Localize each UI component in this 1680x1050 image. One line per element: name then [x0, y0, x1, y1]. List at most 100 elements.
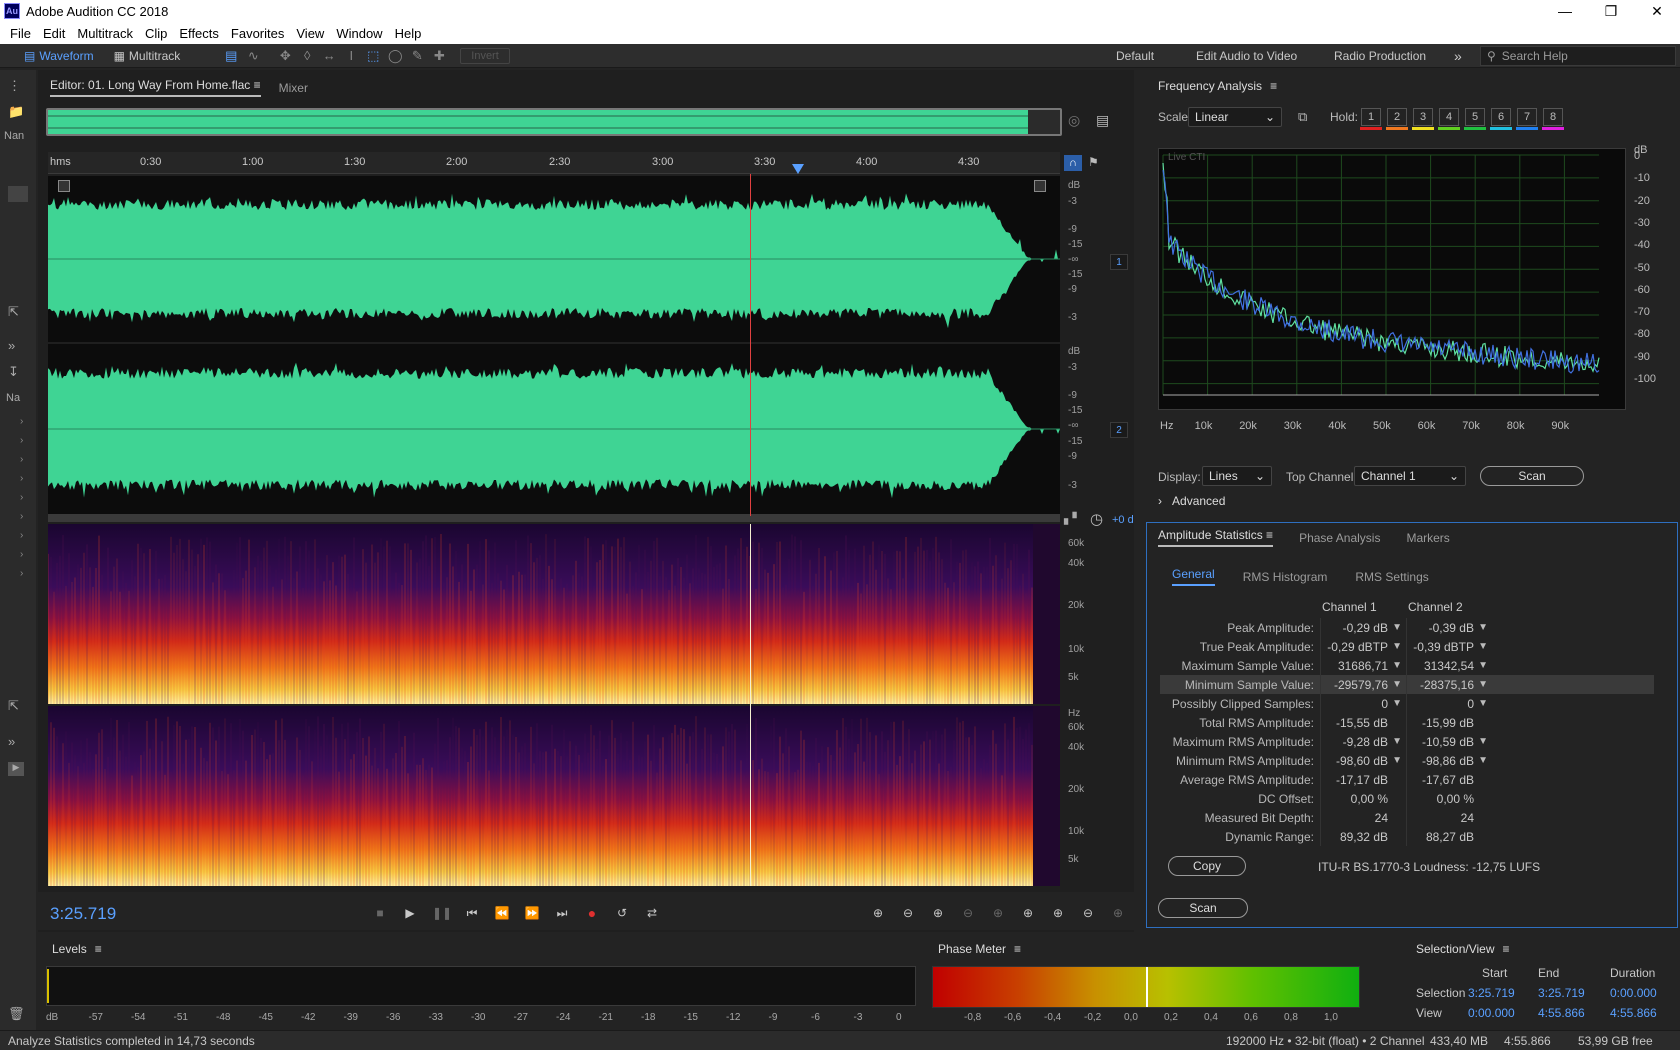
go-to-marker-icon[interactable]: ▼: [1478, 622, 1488, 633]
levels-menu-icon[interactable]: ≡: [95, 942, 102, 956]
zoom-out-amplitude-icon[interactable]: ⊖: [896, 904, 920, 922]
zoom-nav-icon[interactable]: ◎: [1068, 112, 1080, 129]
spectrogram-channel-1[interactable]: [48, 524, 1060, 704]
go-to-marker-icon[interactable]: ▼: [1478, 641, 1488, 652]
menu-view[interactable]: View: [290, 26, 330, 41]
hold-slot-5[interactable]: 5: [1464, 108, 1486, 130]
subtab-rms-histogram[interactable]: RMS Histogram: [1243, 570, 1328, 584]
workspace-radio-production[interactable]: Radio Production: [1334, 44, 1426, 68]
tab-mixer[interactable]: Mixer: [279, 81, 308, 95]
move-tool-icon[interactable]: ✥: [274, 47, 296, 65]
go-to-marker-icon[interactable]: ▼: [1392, 622, 1402, 633]
copy-stats-button[interactable]: Copy: [1168, 856, 1246, 876]
selection-duration[interactable]: 0:00.000: [1610, 986, 1657, 1000]
menu-window[interactable]: Window: [330, 26, 388, 41]
pause-button[interactable]: ❚❚: [430, 904, 454, 922]
marker-pin-icon[interactable]: ⚑: [1088, 155, 1099, 169]
rewind-button[interactable]: ⏪: [490, 904, 514, 922]
advanced-toggle[interactable]: › Advanced: [1158, 494, 1225, 508]
waveform-mode-button[interactable]: ▤ Waveform: [14, 49, 104, 63]
snap-icon[interactable]: ∩: [1064, 155, 1082, 171]
record-button[interactable]: ●: [580, 904, 604, 922]
go-to-marker-icon[interactable]: ▼: [1478, 755, 1488, 766]
hold-slot-3[interactable]: 3: [1412, 108, 1434, 130]
minimize-button[interactable]: —: [1542, 0, 1588, 22]
zoom-in-selection-icon[interactable]: ⊕: [1046, 904, 1070, 922]
go-to-marker-icon[interactable]: ▼: [1478, 660, 1488, 671]
copy-graph-icon[interactable]: ⧉: [1298, 109, 1307, 125]
selection-start[interactable]: 3:25.719: [1468, 986, 1515, 1000]
hold-slot-6[interactable]: 6: [1490, 108, 1512, 130]
go-to-marker-icon[interactable]: ▼: [1392, 755, 1402, 766]
menu-effects[interactable]: Effects: [173, 26, 225, 41]
show-pitch-display-icon[interactable]: ∿: [242, 47, 264, 65]
display-select[interactable]: Lines ⌄: [1202, 466, 1272, 486]
zoom-out-time-icon[interactable]: ⊖: [956, 904, 980, 922]
freq-scan-button[interactable]: Scan: [1480, 466, 1584, 486]
menu-multitrack[interactable]: Multitrack: [71, 26, 139, 41]
zoom-in-amplitude-icon[interactable]: ⊕: [866, 904, 890, 922]
channel-1-toggle[interactable]: 1: [1110, 254, 1128, 270]
hold-slot-2[interactable]: 2: [1386, 108, 1408, 130]
go-to-marker-icon[interactable]: ▼: [1392, 679, 1402, 690]
view-start[interactable]: 0:00.000: [1468, 1006, 1515, 1020]
subtab-general[interactable]: General: [1172, 567, 1215, 586]
stop-button[interactable]: ■: [368, 904, 392, 922]
spot-healing-brush-icon[interactable]: ✚: [428, 47, 450, 65]
top-channel-select[interactable]: Channel 1 ⌄: [1354, 466, 1466, 486]
waveform-channel-2[interactable]: [48, 344, 1060, 514]
search-help-field[interactable]: ⚲ Search Help: [1480, 46, 1676, 66]
workspace-edit-audio-to-video[interactable]: Edit Audio to Video: [1196, 44, 1297, 68]
tab-amplitude-statistics[interactable]: Amplitude Statistics ≡: [1158, 528, 1274, 547]
marquee-selection-tool-icon[interactable]: ⬚: [362, 47, 384, 65]
menu-help[interactable]: Help: [389, 26, 428, 41]
lasso-selection-tool-icon[interactable]: ◯: [384, 47, 406, 65]
go-to-marker-icon[interactable]: ▼: [1392, 660, 1402, 671]
spectral-divider[interactable]: [48, 514, 1060, 522]
menu-edit[interactable]: Edit: [37, 26, 71, 41]
subtab-rms-settings[interactable]: RMS Settings: [1355, 570, 1428, 584]
panel-menu-icon[interactable]: ≡: [1270, 79, 1277, 93]
selection-menu-icon[interactable]: ≡: [1503, 942, 1510, 956]
go-to-marker-icon[interactable]: ▼: [1478, 679, 1488, 690]
menu-clip[interactable]: Clip: [139, 26, 173, 41]
fast-forward-button[interactable]: ⏩: [520, 904, 544, 922]
current-time[interactable]: 3:25.719: [50, 904, 116, 924]
loop-playback-button[interactable]: ↺: [610, 904, 634, 922]
close-button[interactable]: ✕: [1634, 0, 1680, 22]
tab-phase-analysis[interactable]: Phase Analysis: [1299, 531, 1380, 545]
menu-favorites[interactable]: Favorites: [225, 26, 290, 41]
frequency-graph[interactable]: [1158, 148, 1626, 410]
zoom-in-playhead-icon[interactable]: ⊕: [986, 904, 1010, 922]
time-ruler[interactable]: hms 0:30 1:00 1:30 2:00 2:30 3:00 3:30 4…: [48, 152, 1060, 174]
selection-end[interactable]: 3:25.719: [1538, 986, 1585, 1000]
playhead-handle[interactable]: [792, 164, 804, 174]
show-spectral-display-icon[interactable]: ▤: [220, 47, 242, 65]
slip-tool-icon[interactable]: ↔: [318, 47, 340, 65]
zoom-out-full-icon[interactable]: ⊕: [1016, 904, 1040, 922]
multitrack-mode-button[interactable]: ▦ Multitrack: [104, 49, 191, 63]
scale-select[interactable]: Linear ⌄: [1188, 107, 1282, 127]
play-button[interactable]: ▶: [398, 904, 422, 922]
go-to-marker-icon[interactable]: ▼: [1478, 736, 1488, 747]
zoom-out-selection-icon[interactable]: ⊖: [1076, 904, 1100, 922]
view-end[interactable]: 4:55.866: [1538, 1006, 1585, 1020]
tab-markers[interactable]: Markers: [1406, 531, 1449, 545]
view-duration[interactable]: 4:55.866: [1610, 1006, 1657, 1020]
channel-2-toggle[interactable]: 2: [1110, 422, 1128, 438]
restore-button[interactable]: ❐: [1588, 0, 1634, 22]
trash-icon[interactable]: 🗑: [8, 1006, 25, 1022]
overview-waveform[interactable]: [46, 108, 1062, 136]
hold-slot-4[interactable]: 4: [1438, 108, 1460, 130]
zoom-reset-icon[interactable]: ⊕: [1106, 904, 1130, 922]
expand-panel-icon[interactable]: »: [8, 338, 15, 353]
expand-panel-icon-2[interactable]: »: [8, 734, 15, 749]
hold-slot-8[interactable]: 8: [1542, 108, 1564, 130]
go-to-marker-icon[interactable]: ▼: [1392, 698, 1402, 709]
brush-selection-tool-icon[interactable]: ✎: [406, 47, 428, 65]
fade-out-handle[interactable]: [1034, 180, 1046, 192]
workspace-default[interactable]: Default: [1116, 44, 1154, 68]
go-to-marker-icon[interactable]: ▼: [1392, 641, 1402, 652]
folder-expanders[interactable]: › › › › › › › › ›: [20, 412, 23, 583]
more-workspaces-icon[interactable]: »: [1454, 44, 1462, 68]
